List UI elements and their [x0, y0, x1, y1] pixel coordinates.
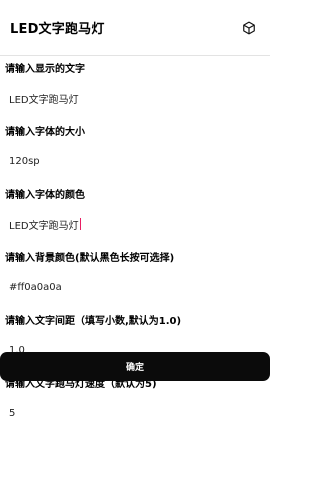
- confirm-button[interactable]: 确定: [0, 352, 270, 381]
- field-scroll-speed: 请输入文字跑马灯速度（默认为5) 5: [0, 378, 270, 434]
- text-cursor: [79, 218, 81, 230]
- input-value: 120sp: [9, 155, 40, 167]
- input-value: LED文字跑马灯: [9, 220, 79, 232]
- input-value: LED文字跑马灯: [9, 94, 79, 106]
- field-label: 请输入字体的大小: [5, 127, 85, 138]
- app-title: LED文字跑马灯: [10, 22, 105, 37]
- field-label: 请输入显示的文字: [5, 64, 85, 75]
- font-color-input[interactable]: LED文字跑马灯: [0, 203, 270, 245]
- field-background-color: 请输入背景颜色(默认黑色长按可选择) #ff0a0a0a: [0, 252, 270, 308]
- field-label: 请输入字体的颜色: [5, 190, 85, 201]
- cube-icon[interactable]: [240, 19, 258, 37]
- field-display-text: 请输入显示的文字 LED文字跑马灯: [0, 63, 270, 119]
- field-font-color: 请输入字体的颜色 LED文字跑马灯: [0, 189, 270, 245]
- field-label: 请输入背景颜色(默认黑色长按可选择): [5, 253, 175, 264]
- font-size-input[interactable]: 120sp: [0, 140, 270, 182]
- field-label: 请输入文字间距（填写小数,默认为1.0): [5, 316, 182, 327]
- input-value: #ff0a0a0a: [9, 281, 62, 293]
- app-bar: LED文字跑马灯: [0, 0, 270, 56]
- field-font-size: 请输入字体的大小 120sp: [0, 126, 270, 182]
- background-color-input[interactable]: #ff0a0a0a: [0, 266, 270, 308]
- input-value: 5: [9, 407, 16, 419]
- scroll-speed-input[interactable]: 5: [0, 392, 270, 434]
- display-text-input[interactable]: LED文字跑马灯: [0, 77, 270, 119]
